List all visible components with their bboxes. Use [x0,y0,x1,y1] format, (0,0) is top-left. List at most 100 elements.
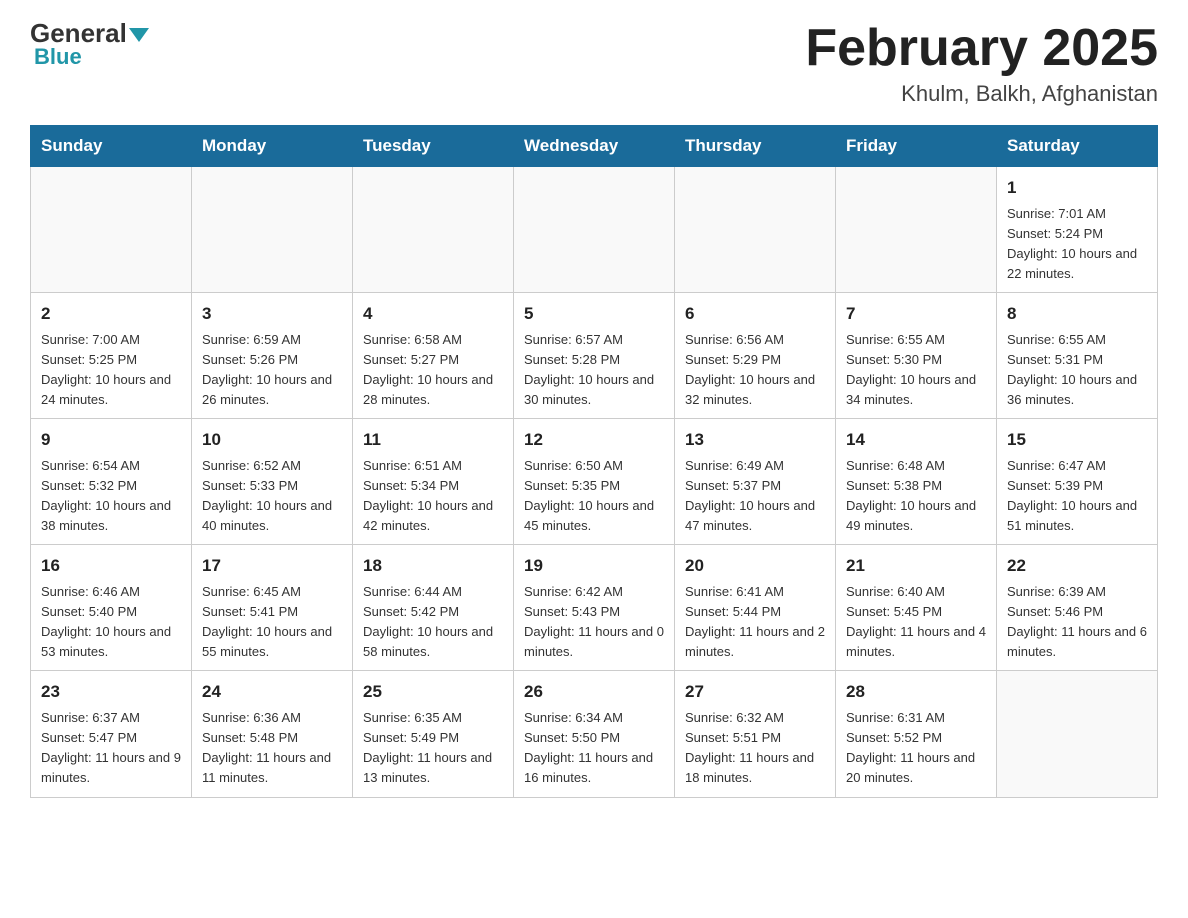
day-info: Sunrise: 6:54 AM Sunset: 5:32 PM Dayligh… [41,456,181,537]
day-info: Sunrise: 6:34 AM Sunset: 5:50 PM Dayligh… [524,708,664,789]
calendar-cell: 16 Sunrise: 6:46 AM Sunset: 5:40 PM Dayli… [31,545,192,671]
day-info: Sunrise: 6:36 AM Sunset: 5:48 PM Dayligh… [202,708,342,789]
calendar-week-row: 1Sunrise: 7:01 AM Sunset: 5:24 PM Daylig… [31,167,1158,293]
day-number: 7 [846,301,986,327]
col-header-monday: Monday [192,126,353,167]
day-info: Sunrise: 6:35 AM Sunset: 5:49 PM Dayligh… [363,708,503,789]
day-info: Sunrise: 6:31 AM Sunset: 5:52 PM Dayligh… [846,708,986,789]
day-number: 25 [363,679,503,705]
day-number: 20 [685,553,825,579]
calendar-cell: 9 Sunrise: 6:54 AM Sunset: 5:32 PM Daylig… [31,419,192,545]
calendar-cell: 10 Sunrise: 6:52 AM Sunset: 5:33 PM Dayli… [192,419,353,545]
month-year-title: February 2025 [805,20,1158,77]
calendar-cell [353,167,514,293]
calendar-cell: 3 Sunrise: 6:59 AM Sunset: 5:26 PM Daylig… [192,293,353,419]
day-number: 5 [524,301,664,327]
day-info: Sunrise: 6:57 AM Sunset: 5:28 PM Dayligh… [524,330,664,411]
day-info: Sunrise: 6:32 AM Sunset: 5:51 PM Dayligh… [685,708,825,789]
day-number: 28 [846,679,986,705]
calendar-cell [675,167,836,293]
calendar-cell [836,167,997,293]
calendar-header-row: SundayMondayTuesdayWednesdayThursdayFrid… [31,126,1158,167]
col-header-wednesday: Wednesday [514,126,675,167]
calendar-cell: 13Sunrise: 6:49 AM Sunset: 5:37 PM Dayli… [675,419,836,545]
calendar-cell: 28 Sunrise: 6:31 AM Sunset: 5:52 PM Dayli… [836,671,997,797]
day-info: Sunrise: 6:47 AM Sunset: 5:39 PM Dayligh… [1007,456,1147,537]
day-number: 19 [524,553,664,579]
day-info: Sunrise: 6:42 AM Sunset: 5:43 PM Dayligh… [524,582,664,663]
calendar-cell [997,671,1158,797]
col-header-sunday: Sunday [31,126,192,167]
title-block: February 2025 Khulm, Balkh, Afghanistan [805,20,1158,107]
day-info: Sunrise: 6:56 AM Sunset: 5:29 PM Dayligh… [685,330,825,411]
day-number: 2 [41,301,181,327]
calendar-cell: 26 Sunrise: 6:34 AM Sunset: 5:50 PM Dayli… [514,671,675,797]
calendar-cell: 20 Sunrise: 6:41 AM Sunset: 5:44 PM Dayli… [675,545,836,671]
day-number: 22 [1007,553,1147,579]
day-number: 21 [846,553,986,579]
logo-general: General [30,20,149,46]
calendar-cell: 14Sunrise: 6:48 AM Sunset: 5:38 PM Dayli… [836,419,997,545]
day-info: Sunrise: 6:59 AM Sunset: 5:26 PM Dayligh… [202,330,342,411]
day-info: Sunrise: 6:48 AM Sunset: 5:38 PM Dayligh… [846,456,986,537]
calendar-cell [514,167,675,293]
day-number: 6 [685,301,825,327]
calendar-week-row: 2 Sunrise: 7:00 AM Sunset: 5:25 PM Daylig… [31,293,1158,419]
day-number: 26 [524,679,664,705]
day-info: Sunrise: 6:40 AM Sunset: 5:45 PM Dayligh… [846,582,986,663]
calendar-cell: 4 Sunrise: 6:58 AM Sunset: 5:27 PM Daylig… [353,293,514,419]
logo-blue: Blue [30,44,82,70]
calendar-week-row: 23 Sunrise: 6:37 AM Sunset: 5:47 PM Dayli… [31,671,1158,797]
calendar-cell: 8 Sunrise: 6:55 AM Sunset: 5:31 PM Daylig… [997,293,1158,419]
day-info: Sunrise: 6:41 AM Sunset: 5:44 PM Dayligh… [685,582,825,663]
day-number: 23 [41,679,181,705]
calendar-week-row: 16 Sunrise: 6:46 AM Sunset: 5:40 PM Dayli… [31,545,1158,671]
calendar-cell: 24 Sunrise: 6:36 AM Sunset: 5:48 PM Dayli… [192,671,353,797]
day-info: Sunrise: 6:37 AM Sunset: 5:47 PM Dayligh… [41,708,181,789]
day-number: 12 [524,427,664,453]
day-number: 24 [202,679,342,705]
col-header-tuesday: Tuesday [353,126,514,167]
day-number: 15 [1007,427,1147,453]
calendar-table: SundayMondayTuesdayWednesdayThursdayFrid… [30,125,1158,797]
day-number: 9 [41,427,181,453]
calendar-cell: 6 Sunrise: 6:56 AM Sunset: 5:29 PM Daylig… [675,293,836,419]
calendar-cell [31,167,192,293]
calendar-cell: 12 Sunrise: 6:50 AM Sunset: 5:35 PM Dayli… [514,419,675,545]
day-info: Sunrise: 6:39 AM Sunset: 5:46 PM Dayligh… [1007,582,1147,663]
calendar-cell: 2 Sunrise: 7:00 AM Sunset: 5:25 PM Daylig… [31,293,192,419]
calendar-cell: 5 Sunrise: 6:57 AM Sunset: 5:28 PM Daylig… [514,293,675,419]
day-info: Sunrise: 6:46 AM Sunset: 5:40 PM Dayligh… [41,582,181,663]
calendar-cell: 18 Sunrise: 6:44 AM Sunset: 5:42 PM Dayli… [353,545,514,671]
day-number: 10 [202,427,342,453]
day-number: 18 [363,553,503,579]
calendar-cell: 27Sunrise: 6:32 AM Sunset: 5:51 PM Dayli… [675,671,836,797]
calendar-cell: 23 Sunrise: 6:37 AM Sunset: 5:47 PM Dayli… [31,671,192,797]
col-header-saturday: Saturday [997,126,1158,167]
day-info: Sunrise: 6:51 AM Sunset: 5:34 PM Dayligh… [363,456,503,537]
calendar-cell: 11Sunrise: 6:51 AM Sunset: 5:34 PM Dayli… [353,419,514,545]
page-header: General Blue February 2025 Khulm, Balkh,… [30,20,1158,107]
day-info: Sunrise: 6:44 AM Sunset: 5:42 PM Dayligh… [363,582,503,663]
calendar-cell: 25 Sunrise: 6:35 AM Sunset: 5:49 PM Dayli… [353,671,514,797]
day-info: Sunrise: 6:58 AM Sunset: 5:27 PM Dayligh… [363,330,503,411]
day-number: 4 [363,301,503,327]
logo-triangle-icon [129,28,149,42]
calendar-cell: 17Sunrise: 6:45 AM Sunset: 5:41 PM Dayli… [192,545,353,671]
day-info: Sunrise: 6:55 AM Sunset: 5:30 PM Dayligh… [846,330,986,411]
day-info: Sunrise: 6:45 AM Sunset: 5:41 PM Dayligh… [202,582,342,663]
col-header-thursday: Thursday [675,126,836,167]
day-info: Sunrise: 6:55 AM Sunset: 5:31 PM Dayligh… [1007,330,1147,411]
day-number: 1 [1007,175,1147,201]
logo: General Blue [30,20,149,70]
day-info: Sunrise: 7:00 AM Sunset: 5:25 PM Dayligh… [41,330,181,411]
day-info: Sunrise: 6:50 AM Sunset: 5:35 PM Dayligh… [524,456,664,537]
day-number: 8 [1007,301,1147,327]
col-header-friday: Friday [836,126,997,167]
day-info: Sunrise: 6:52 AM Sunset: 5:33 PM Dayligh… [202,456,342,537]
day-number: 16 [41,553,181,579]
day-number: 3 [202,301,342,327]
calendar-cell: 7 Sunrise: 6:55 AM Sunset: 5:30 PM Daylig… [836,293,997,419]
location-subtitle: Khulm, Balkh, Afghanistan [805,81,1158,107]
day-number: 13 [685,427,825,453]
